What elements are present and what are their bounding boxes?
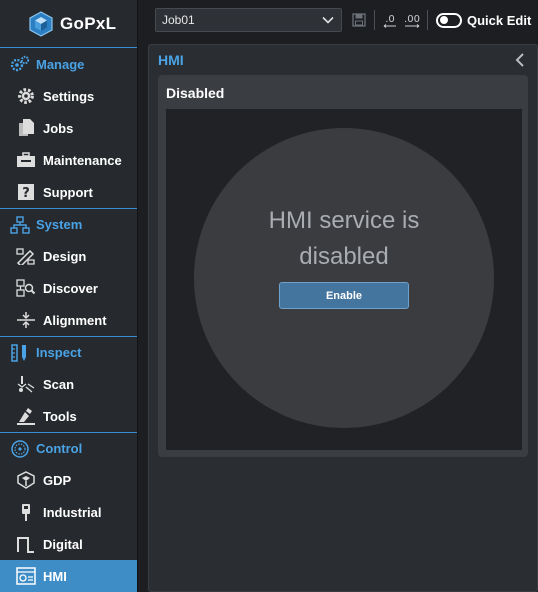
scan-icon bbox=[16, 374, 36, 394]
toolbox-icon bbox=[16, 150, 36, 170]
alignment-icon bbox=[16, 310, 36, 330]
section-inspect[interactable]: Inspect bbox=[0, 336, 137, 368]
network-icon bbox=[10, 215, 30, 235]
sidebar-item-design[interactable]: Design bbox=[0, 240, 137, 272]
quick-edit-label: Quick Edit bbox=[467, 12, 532, 28]
gears-icon bbox=[10, 54, 30, 74]
card-body: HMI service is disabled Enable bbox=[166, 109, 522, 450]
chevron-left-icon[interactable] bbox=[513, 52, 527, 68]
pulse-icon bbox=[16, 534, 36, 554]
disabled-indicator: HMI service is disabled Enable bbox=[194, 128, 494, 428]
decimal-decrease-icon: .0 bbox=[383, 14, 396, 28]
design-icon bbox=[16, 246, 36, 266]
sidebar-item-hmi[interactable]: HMI bbox=[0, 560, 137, 592]
panel-title: HMI bbox=[158, 52, 184, 68]
section-system[interactable]: System bbox=[0, 208, 137, 240]
sidebar-item-support[interactable]: ? Support bbox=[0, 176, 137, 208]
ruler-icon bbox=[10, 343, 30, 363]
sidebar-item-maintenance[interactable]: Maintenance bbox=[0, 144, 137, 176]
decimal-decrease-button[interactable]: .0 bbox=[379, 8, 401, 32]
question-icon: ? bbox=[16, 182, 36, 202]
sidebar-item-label: GDP bbox=[43, 472, 72, 488]
toolbar: Job01 .0 .00 Quick Edit bbox=[148, 0, 538, 40]
save-button[interactable] bbox=[348, 8, 370, 32]
decimal-increase-label: .00 bbox=[404, 14, 420, 25]
gopxl-logo-icon bbox=[29, 10, 53, 37]
enable-button[interactable]: Enable bbox=[279, 282, 409, 309]
app-logo[interactable]: GoPxL bbox=[0, 0, 137, 48]
toggle-knob bbox=[440, 16, 448, 24]
decimal-increase-button[interactable]: .00 bbox=[401, 8, 423, 32]
hmi-icon bbox=[16, 566, 36, 586]
sidebar-item-settings[interactable]: Settings bbox=[0, 80, 137, 112]
sidebar-item-label: Design bbox=[43, 248, 87, 264]
section-control[interactable]: Control bbox=[0, 432, 137, 464]
section-manage[interactable]: Manage bbox=[0, 48, 137, 80]
section-title: Inspect bbox=[36, 345, 82, 360]
app-name: GoPxL bbox=[60, 13, 117, 33]
sidebar-item-label: Settings bbox=[43, 88, 95, 104]
sidebar-item-label: Industrial bbox=[43, 504, 102, 520]
sidebar-item-label: Maintenance bbox=[43, 152, 122, 168]
toolbar-divider bbox=[427, 10, 428, 30]
gear-icon bbox=[16, 86, 36, 106]
sidebar-item-label: Alignment bbox=[43, 312, 107, 328]
sidebar-item-tools[interactable]: Tools bbox=[0, 400, 137, 432]
sidebar-item-label: Jobs bbox=[43, 120, 74, 136]
gdp-icon bbox=[16, 470, 36, 490]
sidebar-item-jobs[interactable]: Jobs bbox=[0, 112, 137, 144]
sidebar-item-scan[interactable]: Scan bbox=[0, 368, 137, 400]
section-title: Control bbox=[36, 441, 83, 456]
tools-icon bbox=[16, 406, 36, 426]
job-select-value: Job01 bbox=[162, 13, 195, 27]
toolbar-divider bbox=[374, 10, 375, 30]
sidebar-item-alignment[interactable]: Alignment bbox=[0, 304, 137, 336]
decimal-increase-icon: .00 bbox=[404, 14, 420, 28]
chevron-down-icon bbox=[322, 16, 334, 24]
files-icon bbox=[16, 118, 36, 138]
control-icon bbox=[10, 439, 30, 459]
sidebar-item-label: HMI bbox=[43, 568, 67, 584]
discover-icon bbox=[16, 278, 36, 298]
sidebar: GoPxL Manage Settings Jobs Maintenance ?… bbox=[0, 0, 138, 592]
sidebar-item-label: Digital bbox=[43, 536, 83, 552]
sidebar-item-discover[interactable]: Discover bbox=[0, 272, 137, 304]
sidebar-item-gdp[interactable]: GDP bbox=[0, 464, 137, 496]
sidebar-item-label: Discover bbox=[43, 280, 98, 296]
section-title: System bbox=[36, 217, 83, 232]
plug-icon bbox=[16, 502, 36, 522]
card-title: Disabled bbox=[166, 85, 225, 101]
sidebar-item-digital[interactable]: Digital bbox=[0, 528, 137, 560]
sidebar-item-industrial[interactable]: Industrial bbox=[0, 496, 137, 528]
sidebar-item-label: Tools bbox=[43, 408, 77, 424]
save-icon bbox=[352, 13, 366, 27]
hmi-panel: HMI Disabled HMI service is disabled Ena… bbox=[148, 44, 538, 592]
status-card: Disabled HMI service is disabled Enable bbox=[158, 75, 528, 457]
svg-text:?: ? bbox=[22, 186, 30, 201]
quick-edit-toggle[interactable] bbox=[436, 12, 462, 28]
disabled-message: HMI service is disabled bbox=[268, 207, 420, 270]
section-title: Manage bbox=[36, 56, 85, 72]
sidebar-item-label: Support bbox=[43, 184, 93, 200]
sidebar-item-label: Scan bbox=[43, 376, 75, 392]
job-select[interactable]: Job01 bbox=[155, 8, 342, 32]
decimal-decrease-label: .0 bbox=[385, 14, 395, 25]
